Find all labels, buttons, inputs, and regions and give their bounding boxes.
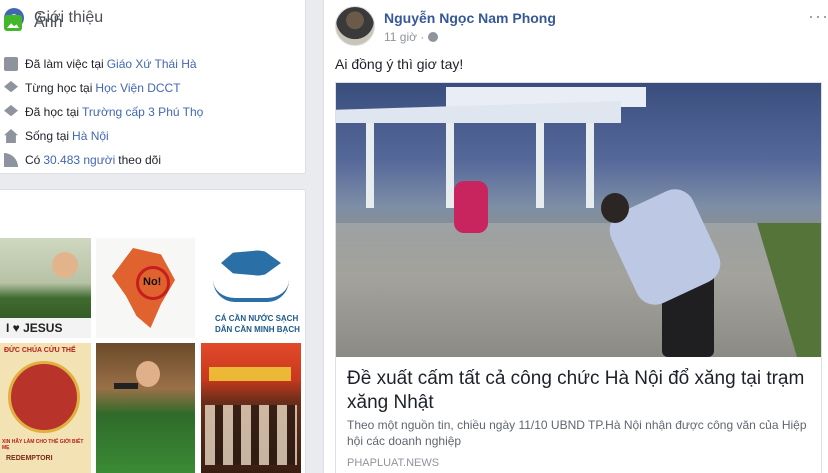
intro-item-suffix: theo dõi (118, 153, 161, 167)
intro-item-prefix: Đã làm việc tại (25, 57, 104, 71)
intro-item-prefix: Đã học tại (25, 105, 80, 119)
avatar[interactable] (335, 6, 375, 46)
briefcase-icon (4, 57, 18, 71)
microphone-shape (114, 383, 138, 389)
intro-item-study-1: Từng học tại Học Viện DCCT (4, 76, 206, 100)
home-icon (4, 129, 18, 143)
intro-link-school-2[interactable]: Trường cấp 3 Phú Thọ (82, 105, 203, 119)
more-options-icon[interactable]: ··· (808, 6, 828, 27)
photo-thumb-1[interactable]: I ♥ JESUS (0, 238, 91, 338)
intro-item-prefix: Từng học tại (25, 81, 93, 95)
post-text: Ai đồng ý thì giơ tay! (335, 56, 464, 72)
intro-list: Đã làm việc tại Giáo Xứ Thái Hà Từng học… (4, 52, 206, 172)
photo-thumb-text: No! (143, 276, 162, 288)
intro-item-work: Đã làm việc tại Giáo Xứ Thái Hà (4, 52, 206, 76)
intro-item-study-2: Đã học tại Trường cấp 3 Phú Thọ (4, 100, 206, 124)
photo-thumb-3[interactable]: CÁ CẦN NƯỚC SẠCH DÂN CẦN MINH BẠCH (201, 238, 301, 338)
intro-link-workplace[interactable]: Giáo Xứ Thái Hà (107, 57, 197, 71)
intro-item-prefix: Có (25, 153, 41, 167)
hands-shape (213, 280, 289, 302)
post-author[interactable]: Nguyễn Ngọc Nam Phong (384, 10, 556, 26)
photo-thumb-text: CÁ CẦN NƯỚC SẠCH (215, 314, 299, 323)
face-shape (136, 361, 160, 387)
graduation-cap-icon (4, 81, 18, 93)
pillar-shape (536, 123, 544, 208)
icon-medallion (8, 361, 80, 433)
intro-item-lives: Sống tại Hà Nội (4, 124, 206, 148)
post-time[interactable]: 11 giờ · (384, 30, 424, 44)
photos-title: Ảnh (34, 14, 63, 31)
photo-thumb-text: XIN HÃY LÀM CHO THẾ GIỚI BIẾT MẸ (2, 439, 84, 451)
link-image[interactable] (336, 83, 821, 357)
intro-link-school-1[interactable]: Học Viện DCCT (95, 81, 180, 95)
rss-icon (4, 153, 18, 167)
globe-icon (428, 32, 439, 42)
intro-item-followers: Có 30.483 người theo dõi (4, 148, 206, 172)
post-timestamp: 11 giờ · (384, 30, 439, 44)
photo-thumb-6[interactable] (201, 343, 301, 473)
man-head-shape (601, 193, 629, 223)
photo-icon (4, 15, 22, 31)
intro-link-city[interactable]: Hà Nội (72, 129, 109, 143)
photo-thumb-2[interactable]: No! (96, 238, 195, 338)
floor-shape (336, 223, 821, 357)
photo-thumb-text: DÂN CẦN MINH BẠCH (215, 325, 300, 334)
photo-thumb-5[interactable] (96, 343, 195, 473)
link-source: PHAPLUAT.NEWS (347, 457, 440, 469)
fish-shape (221, 250, 281, 276)
pillar-shape (366, 123, 374, 208)
pillar-shape (446, 123, 454, 208)
face-shape (52, 252, 78, 278)
intro-item-prefix: Sống tại (25, 129, 70, 143)
photo-thumb-text: REDEMPTORI (6, 455, 53, 462)
photo-thumb-text: I ♥ JESUS (6, 321, 63, 335)
photo-thumb-4[interactable]: ĐỨC CHÚA CỨU THẾ XIN HÃY LÀM CHO THẾ GIỚ… (0, 343, 91, 473)
scooter-shape (454, 181, 488, 233)
intro-link-followers[interactable]: 30.483 người (43, 153, 115, 167)
link-preview[interactable]: Đề xuất cấm tất cả công chức Hà Nội đổ x… (335, 82, 822, 473)
crowd-shape (205, 405, 297, 465)
pillar-shape (586, 123, 594, 208)
photo-thumb-text: ĐỨC CHÚA CỨU THẾ (4, 347, 76, 354)
link-title[interactable]: Đề xuất cấm tất cả công chức Hà Nội đổ x… (347, 367, 817, 415)
graduation-cap-icon (4, 105, 18, 117)
photos-header[interactable]: Ảnh (4, 14, 62, 32)
link-description: Theo một nguồn tin, chiều ngày 11/10 UBN… (347, 418, 807, 448)
banner-shape (209, 367, 291, 381)
